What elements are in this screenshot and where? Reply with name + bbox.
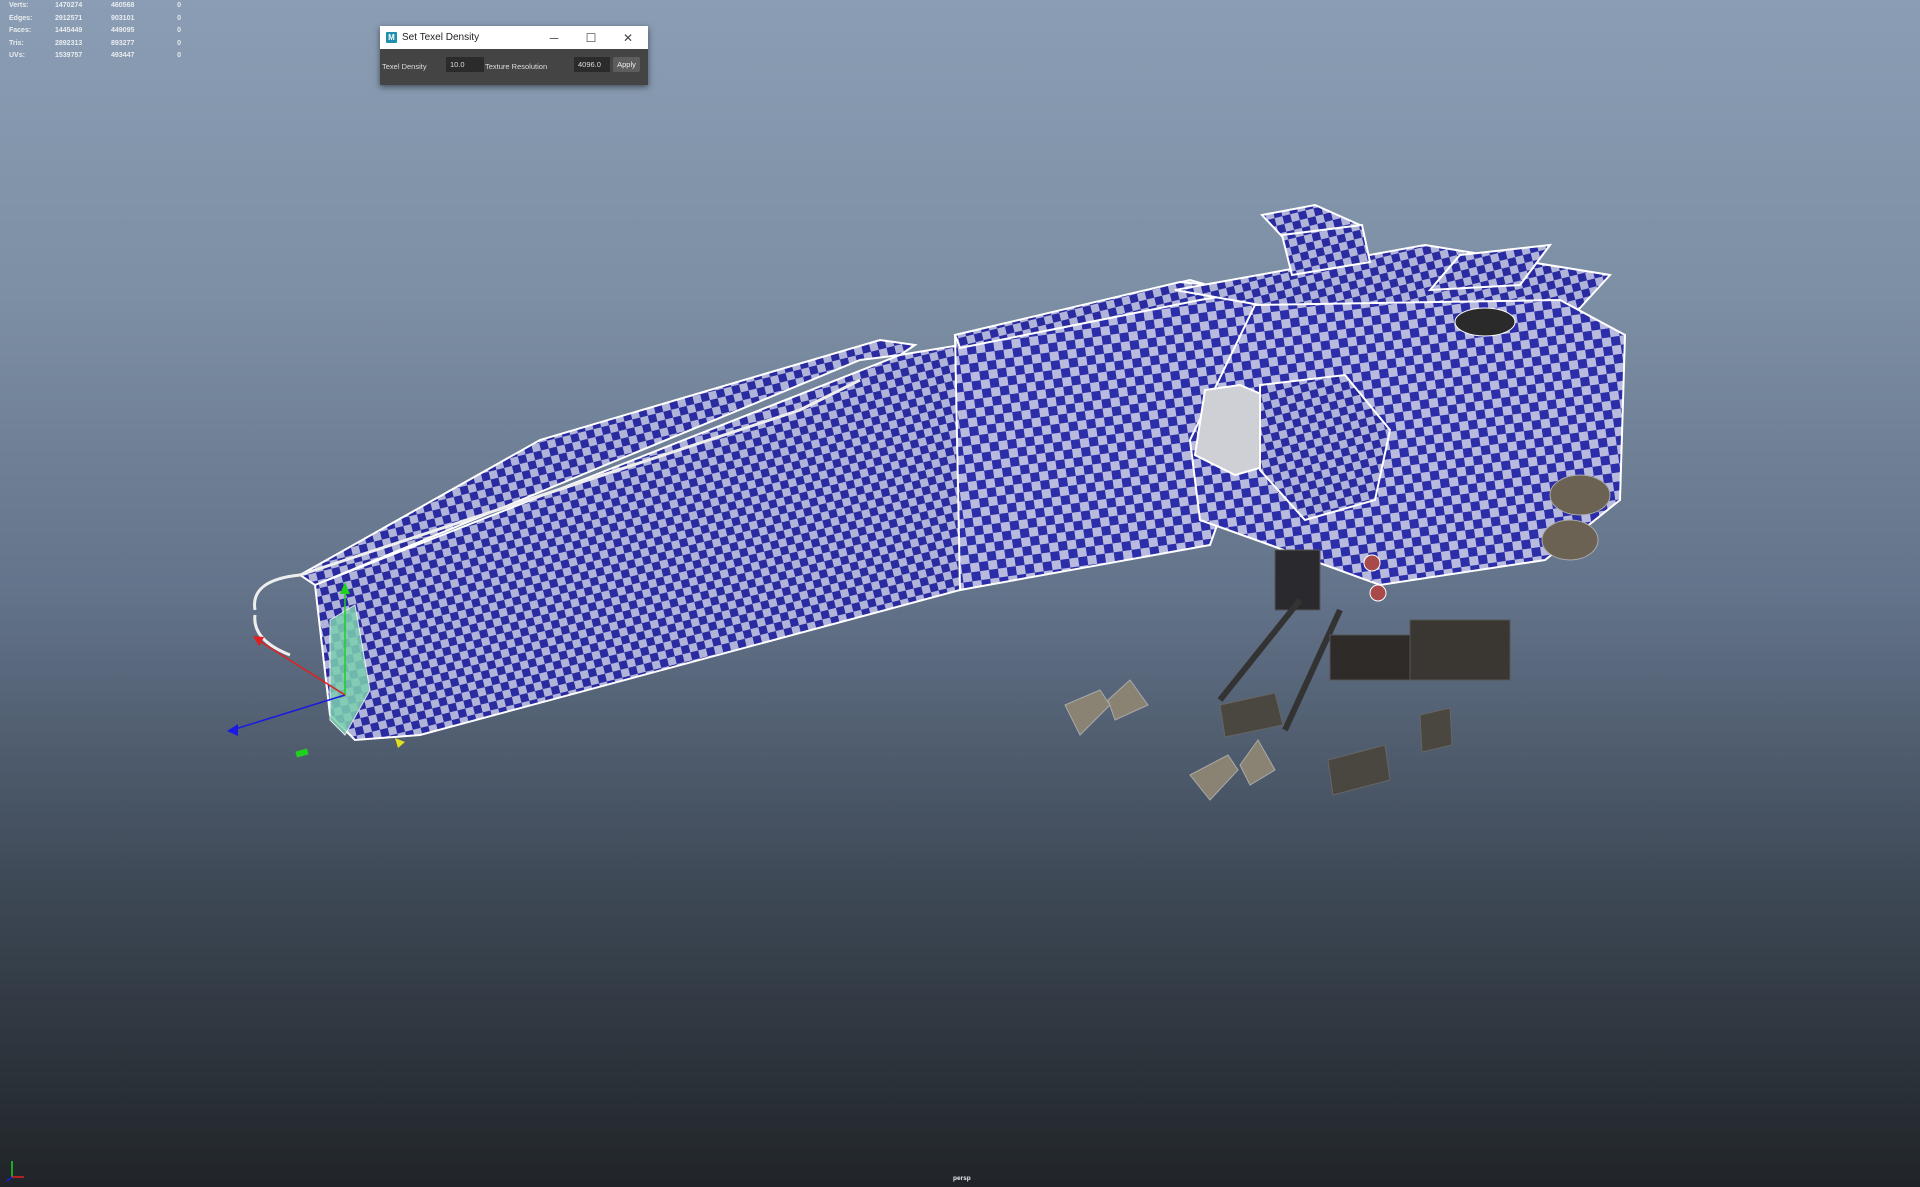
hud-label: Verts:	[9, 2, 29, 9]
spaceship-model[interactable]	[253, 203, 1627, 742]
camera-label: persp	[953, 1175, 971, 1182]
hud-row-tris: Tris: 2892313 893277 0	[9, 38, 181, 51]
hud-value: 1539757	[55, 52, 83, 59]
set-texel-density-dialog: M Set Texel Density ─ ☐ ✕ Texel Density …	[380, 26, 648, 85]
dialog-title: Set Texel Density	[402, 32, 480, 43]
hud-label: Faces:	[9, 27, 32, 34]
dialog-titlebar[interactable]: M Set Texel Density ─ ☐ ✕	[380, 26, 648, 49]
close-icon[interactable]: ✕	[610, 26, 646, 49]
hud-value: 1445449	[55, 27, 83, 34]
hud-row-edges: Edges: 2912571 903101 0	[9, 13, 181, 26]
hud-value: 2912571	[55, 14, 83, 22]
hud-value: 903101	[111, 14, 135, 22]
hud-label: Edges:	[9, 14, 33, 22]
hud-value: 2892313	[55, 39, 83, 47]
poly-count-hud: Verts: 1470274 460568 0 Edges: 2912571 9…	[9, 0, 181, 63]
texel-density-label: Texel Density	[382, 62, 427, 71]
texture-resolution-label: Texture Resolution	[485, 62, 548, 71]
hud-label: UVs:	[9, 52, 25, 59]
dialog-body: Texel Density 10.0 Texture Resolution 40…	[380, 49, 648, 85]
hud-value: 449095	[111, 27, 135, 34]
detached-parts[interactable]	[1064, 679, 1453, 801]
hud-value: 493447	[111, 52, 135, 59]
hud-value: 0	[177, 2, 181, 9]
hud-value: 0	[177, 39, 181, 47]
view-axis-indicator	[6, 1161, 24, 1182]
texel-density-field[interactable]: 10.0	[446, 57, 484, 72]
texture-resolution-field[interactable]: 4096.0	[574, 57, 610, 72]
hud-value: 0	[177, 27, 181, 34]
viewport-3d[interactable]	[0, 0, 1920, 1187]
hud-value: 893277	[111, 39, 135, 47]
hud-label: Tris:	[9, 39, 24, 47]
apply-button[interactable]: Apply	[613, 57, 640, 72]
hud-row-uvs: UVs: 1539757 493447 0	[9, 50, 181, 63]
hud-value: 1470274	[55, 2, 83, 9]
hud-value: 460568	[111, 2, 135, 9]
minimize-icon[interactable]: ─	[536, 26, 572, 49]
maximize-icon[interactable]: ☐	[573, 26, 609, 49]
maya-app-icon: M	[386, 32, 397, 43]
hud-value: 0	[177, 14, 181, 22]
hud-value: 0	[177, 52, 181, 59]
hud-row-verts: Verts: 1470274 460568 0	[9, 0, 181, 13]
hud-row-faces: Faces: 1445449 449095 0	[9, 25, 181, 38]
